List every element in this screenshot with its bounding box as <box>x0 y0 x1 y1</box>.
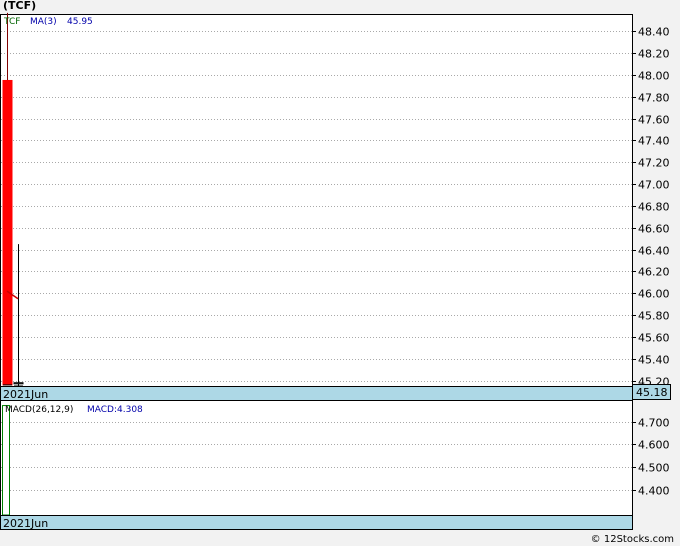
price-tick-label: 47.80 <box>638 92 670 105</box>
price-legend-symbol: TCF <box>3 17 20 27</box>
candle-body <box>2 79 13 386</box>
last-price-label: 45.18 <box>636 386 668 399</box>
macd-bar <box>2 405 10 516</box>
price-tick-label: 46.60 <box>638 223 670 236</box>
price-tick-label: 45.60 <box>638 332 670 345</box>
price-tick-label: 46.40 <box>638 245 670 258</box>
price-tick-label: 46.20 <box>638 266 670 279</box>
price-tick-label: 46.00 <box>638 288 670 301</box>
price-tick-label: 48.00 <box>638 70 670 83</box>
price-tick-label: 45.80 <box>638 310 670 323</box>
macd-tick-label: 4.500 <box>638 462 670 475</box>
macd-panel <box>0 400 633 516</box>
ma-legend-label: MA(3) <box>30 17 57 27</box>
macd-legend-label: MACD(26,12,9) <box>5 405 73 415</box>
price-date-band <box>0 386 633 401</box>
price-tick-label: 47.00 <box>638 179 670 192</box>
price-tick-label: 47.20 <box>638 157 670 170</box>
price-tick-labels: 48.40 48.20 48.00 47.80 47.60 47.40 47.20 47.00… <box>632 26 670 389</box>
price-tick-label: 48.20 <box>638 48 670 61</box>
macd-tick-label: 4.700 <box>638 417 670 430</box>
price-tick-label: 47.40 <box>638 135 670 148</box>
footer-credit: © 12Stocks.com <box>590 534 674 545</box>
macd-tick-label: 4.400 <box>638 485 670 498</box>
chart-canvas: 48.40 48.20 48.00 47.80 47.60 47.40 47.20 47.00… <box>0 12 671 530</box>
macd-date-label: 2021Jun <box>3 517 48 530</box>
price-tick-label: 46.80 <box>638 201 670 214</box>
candle-body <box>13 382 24 385</box>
price-tick-label: 48.40 <box>638 26 670 39</box>
price-tick-label: 47.60 <box>638 114 670 127</box>
macd-tick-labels: 4.700 4.600 4.500 4.400 <box>632 417 670 498</box>
macd-date-band <box>0 515 633 530</box>
macd-legend-value: MACD:4.308 <box>87 405 143 415</box>
macd-marks <box>2 405 10 516</box>
ma-legend-value: 45.95 <box>67 17 93 27</box>
price-tick-label: 45.40 <box>638 354 670 367</box>
macd-tick-label: 4.600 <box>638 439 670 452</box>
price-panel <box>0 14 633 387</box>
price-date-label: 2021Jun <box>3 388 48 401</box>
